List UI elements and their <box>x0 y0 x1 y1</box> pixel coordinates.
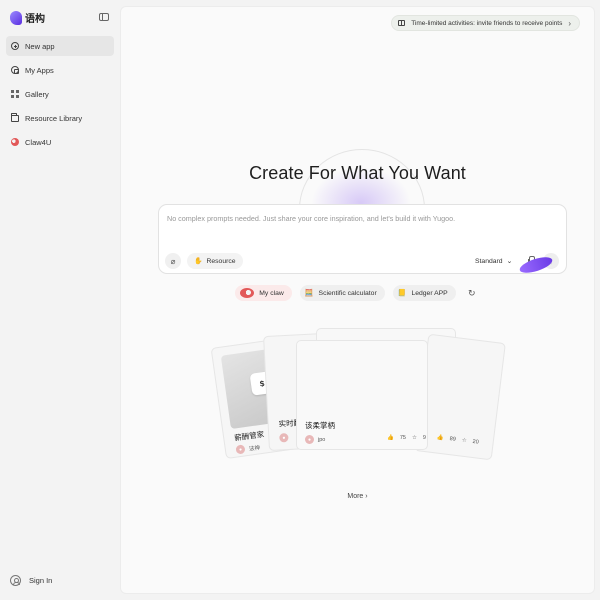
more-label: More <box>347 493 364 500</box>
card-author: ● jpo <box>305 435 325 444</box>
refresh-icon[interactable]: ↻ <box>464 285 480 301</box>
resource-button[interactable]: ✋ Resource <box>187 253 243 269</box>
thumbs-up-icon: 👍 <box>436 434 445 442</box>
mode-label: Standard <box>475 257 503 265</box>
claw-icon <box>11 138 19 146</box>
brand-logo-icon <box>10 10 22 25</box>
folder-icon <box>11 113 19 122</box>
user-icon <box>10 575 21 586</box>
resource-label: Resource <box>206 257 236 265</box>
chevron-right-icon: › <box>568 18 571 28</box>
plus-circle-icon <box>11 42 19 50</box>
sidebar-item-label: Gallery <box>25 89 49 99</box>
stars-count: 9 <box>422 435 426 441</box>
stars-count: 20 <box>472 438 479 446</box>
collapse-sidebar-icon[interactable] <box>99 13 109 21</box>
main-panel: Time-limited activities: invite friends … <box>120 6 595 594</box>
star-icon: ☆ <box>461 437 467 445</box>
brand[interactable]: 语构 <box>10 10 45 25</box>
avatar: ● <box>279 432 289 443</box>
suggestion-chip-calculator[interactable]: 🧮 Scientific calculator <box>299 285 385 301</box>
app-card[interactable]: 该柔掌柄 ● jpo 👍 75 ☆ 9 <box>296 340 428 450</box>
hand-icon: ✋ <box>194 258 203 265</box>
sidebar-item-label: New app <box>25 41 55 51</box>
chevron-right-icon: › <box>365 493 368 500</box>
card-title: 该柔掌柄 <box>305 421 335 430</box>
card-title: 薪酬管家 <box>233 429 265 443</box>
sign-in-label: Sign In <box>29 576 53 585</box>
sidebar-item-resource-library[interactable]: Resource Library <box>6 108 114 128</box>
star-icon: ☆ <box>411 435 417 441</box>
sidebar-item-gallery[interactable]: Gallery <box>6 84 114 104</box>
chip-label: Scientific calculator <box>318 289 377 297</box>
paperclip-icon: ⌀ <box>170 256 176 266</box>
sidebar: 语构 New app My Apps Gallery Resource Libr… <box>0 0 120 600</box>
mode-select[interactable]: Standard ⌄ <box>475 253 512 269</box>
apps-icon <box>11 66 19 74</box>
likes-count: 89 <box>449 436 457 443</box>
sidebar-item-new-app[interactable]: New app <box>6 36 114 56</box>
claw-icon <box>240 288 255 298</box>
prompt-input[interactable] <box>167 211 557 225</box>
sidebar-item-label: My Apps <box>25 65 54 75</box>
card-author: ● <box>279 432 289 443</box>
grid-icon <box>11 90 19 98</box>
sidebar-nav: New app My Apps Gallery Resource Library… <box>6 36 114 156</box>
chip-label: My claw <box>259 289 284 297</box>
promo-banner[interactable]: Time-limited activities: invite friends … <box>391 15 580 31</box>
avatar: ● <box>235 444 246 455</box>
promo-text: Time-limited activities: invite friends … <box>411 19 563 27</box>
likes-count: 75 <box>399 435 406 441</box>
ledger-icon: 📒 <box>397 290 407 297</box>
card-stats: 👍 89 ☆ 20 <box>437 435 479 446</box>
card-stats: 👍 75 ☆ 9 <box>387 435 426 441</box>
author-name: 法神 <box>248 444 261 453</box>
avatar: ● <box>305 435 314 444</box>
thumbs-up-icon: 👍 <box>387 435 394 441</box>
gift-icon <box>398 20 406 26</box>
chip-label: Ledger APP <box>411 289 448 297</box>
sign-in-button[interactable]: Sign In <box>10 575 52 586</box>
calculator-icon: 🧮 <box>304 290 314 297</box>
sidebar-item-my-apps[interactable]: My Apps <box>6 60 114 80</box>
chevron-down-icon: ⌄ <box>506 258 513 265</box>
sidebar-item-claw4u[interactable]: Claw4U <box>6 132 114 152</box>
card-author: ● 法神 <box>235 442 261 455</box>
brand-name: 语构 <box>25 14 45 25</box>
more-link[interactable]: More › <box>121 493 594 500</box>
attach-button[interactable]: ⌀ <box>165 253 181 269</box>
prompt-box: ⌀ ✋ Resource Standard ⌄ ↑ <box>158 204 567 274</box>
suggestion-chip-ledger[interactable]: 📒 Ledger APP <box>392 285 456 301</box>
sidebar-item-label: Resource Library <box>25 113 83 123</box>
sidebar-item-label: Claw4U <box>25 137 52 147</box>
suggestion-chips: My claw 🧮 Scientific calculator 📒 Ledger… <box>121 285 594 301</box>
suggestion-chip-my-claw[interactable]: My claw <box>235 285 292 301</box>
author-name: jpo <box>318 436 326 443</box>
page-title: Create For What You Want <box>249 163 466 183</box>
